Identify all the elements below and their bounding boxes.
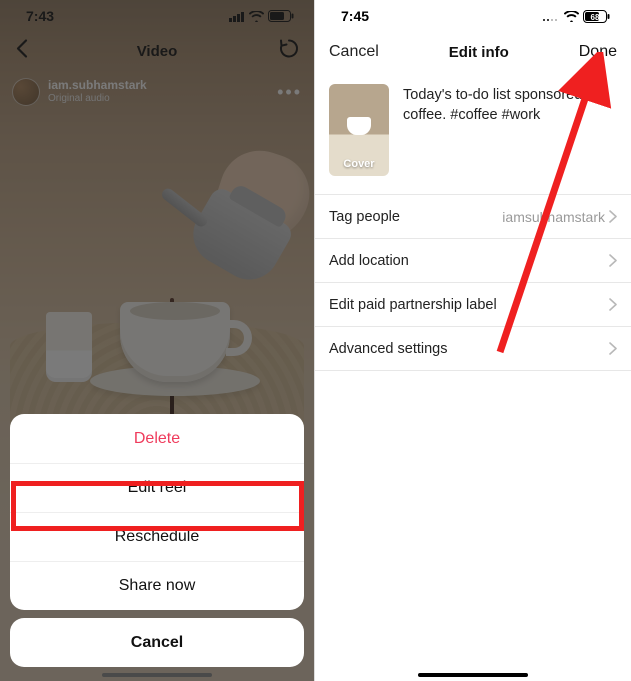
paid-partnership-row[interactable]: Edit paid partnership label bbox=[315, 283, 631, 327]
home-indicator[interactable] bbox=[102, 673, 212, 677]
cover-thumbnail[interactable]: Cover bbox=[329, 84, 389, 176]
wifi-icon bbox=[564, 11, 579, 22]
add-location-row[interactable]: Add location bbox=[315, 239, 631, 283]
chevron-right-icon bbox=[609, 254, 617, 267]
edit-nav: Cancel Edit info Done bbox=[315, 32, 631, 72]
caption-input[interactable]: Today's to-do list sponsored by coffee. … bbox=[403, 84, 617, 176]
battery-icon: 68 bbox=[583, 10, 611, 23]
chevron-right-icon bbox=[609, 210, 617, 223]
settings-list: Tag people iamsubhamstark Add location E… bbox=[315, 194, 631, 371]
cellular-icon bbox=[542, 11, 560, 22]
delete-button[interactable]: Delete bbox=[10, 414, 304, 463]
home-indicator[interactable] bbox=[418, 673, 528, 677]
status-bar: 7:45 68 bbox=[315, 0, 631, 32]
advanced-settings-row[interactable]: Advanced settings bbox=[315, 327, 631, 371]
cancel-button[interactable]: Cancel bbox=[329, 43, 379, 61]
status-icons: 68 bbox=[542, 10, 611, 23]
chevron-right-icon bbox=[609, 298, 617, 311]
action-sheet: Delete Edit reel Reschedule Share now Ca… bbox=[10, 414, 304, 667]
tag-people-row[interactable]: Tag people iamsubhamstark bbox=[315, 195, 631, 239]
edit-top-section: Cover Today's to-do list sponsored by co… bbox=[315, 72, 631, 194]
share-now-button[interactable]: Share now bbox=[10, 561, 304, 610]
sheet-cancel-button[interactable]: Cancel bbox=[10, 618, 304, 667]
edit-nav-title: Edit info bbox=[449, 44, 509, 61]
tag-people-value: iamsubhamstark bbox=[502, 209, 605, 225]
row-label: Edit paid partnership label bbox=[329, 297, 497, 313]
video-options-screen: 7:43 Video iam.subhamstark Original audi… bbox=[0, 0, 315, 681]
cover-label: Cover bbox=[329, 158, 389, 170]
edit-reel-highlight bbox=[11, 481, 304, 531]
status-time: 7:45 bbox=[341, 8, 369, 24]
edit-info-screen: 7:45 68 Cancel Edit info Done Cover Toda… bbox=[315, 0, 631, 681]
svg-text:68: 68 bbox=[591, 13, 600, 22]
row-label: Advanced settings bbox=[329, 341, 448, 357]
chevron-right-icon bbox=[609, 342, 617, 355]
row-label: Tag people bbox=[329, 209, 400, 225]
row-label: Add location bbox=[329, 253, 409, 269]
done-button[interactable]: Done bbox=[579, 43, 617, 61]
